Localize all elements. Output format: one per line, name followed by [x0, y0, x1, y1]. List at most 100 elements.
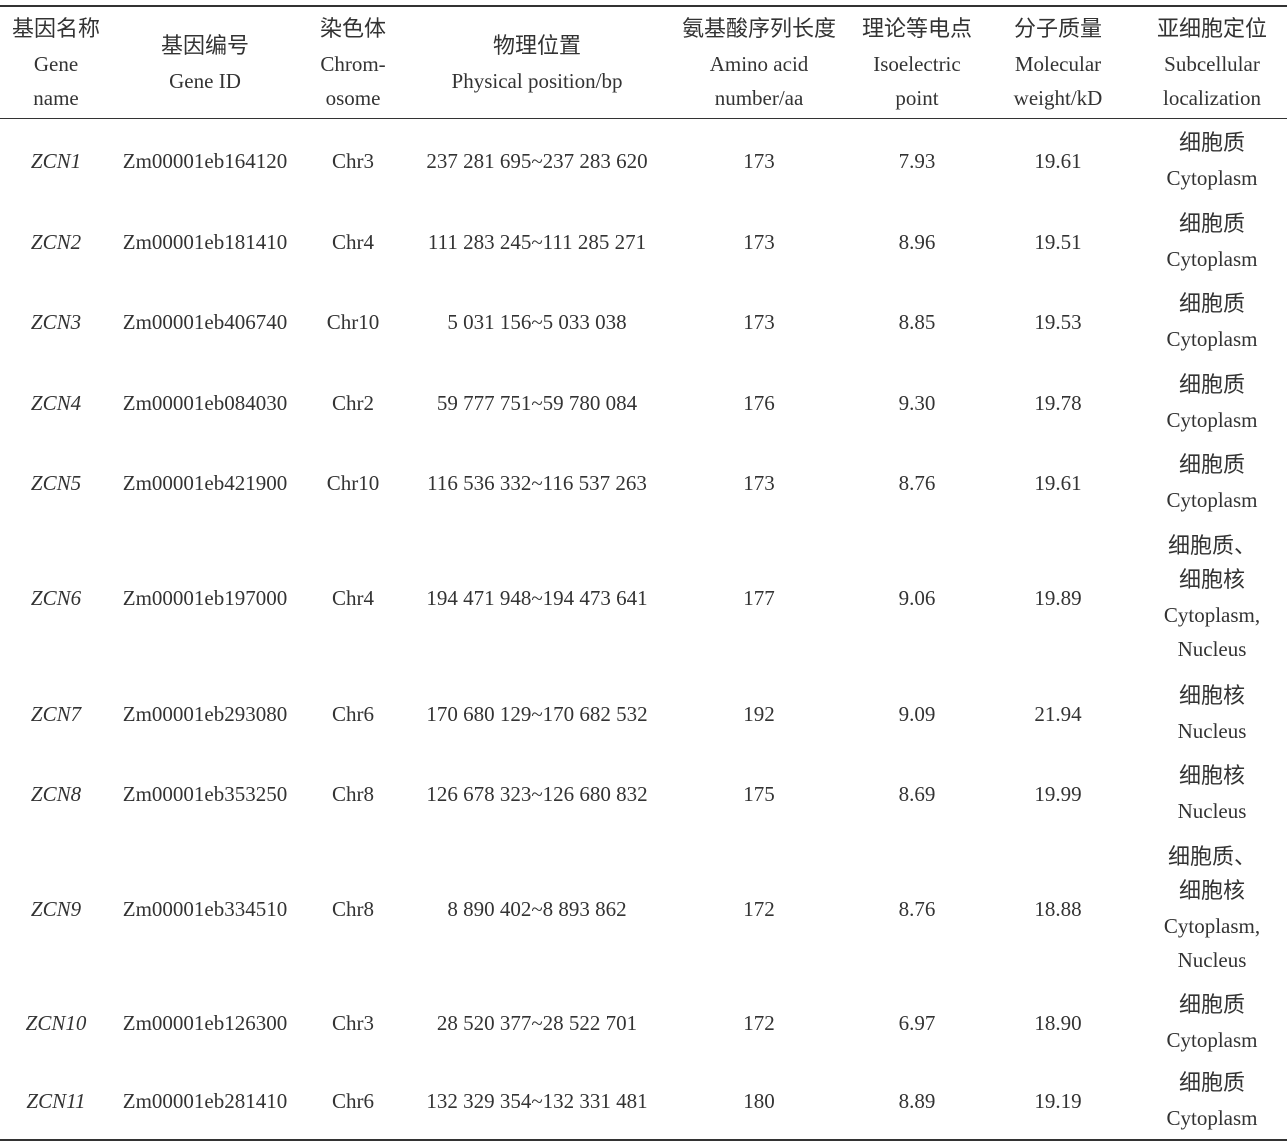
- localization-en: Cytoplasm,: [1163, 603, 1261, 627]
- amino-acid-number: 175: [743, 782, 775, 806]
- header-label-en: Subcellular: [1164, 52, 1260, 76]
- header-label-zh: 基因编号: [160, 34, 249, 59]
- molecular-weight: 19.61: [1034, 149, 1082, 173]
- table-cell: 172: [669, 834, 849, 983]
- table-cell: Chr4: [303, 201, 403, 282]
- header-label-en: Chrom-: [320, 52, 386, 76]
- amino-acid-number: 177: [743, 586, 775, 610]
- header-label-zh: 基因名称: [11, 17, 100, 42]
- chromosome: Chr3: [332, 1011, 374, 1035]
- localization-zh: 细胞质: [1178, 372, 1245, 398]
- molecular-weight: 21.94: [1034, 701, 1082, 726]
- table-cell: 18.90: [993, 983, 1123, 1063]
- molecular-weight: 18.90: [1034, 1011, 1082, 1035]
- header-label-zh: 氨基酸序列长度: [681, 17, 836, 42]
- gene-id: Zm00001eb353250: [122, 782, 288, 806]
- isoelectric-point: 8.89: [898, 1089, 936, 1113]
- table-cell: 173: [669, 201, 849, 282]
- table-cell: 8.85: [852, 282, 982, 362]
- table-cell: Chr8: [303, 754, 403, 834]
- localization-zh: 细胞质: [1178, 131, 1245, 156]
- header-label-en: weight/kD: [1013, 86, 1103, 110]
- table-cell: 19.53: [993, 282, 1123, 362]
- table-cell: Zm00001eb181410: [110, 201, 300, 282]
- table-cell: ZCN1: [0, 121, 112, 201]
- table-cell: 细胞核 Nucleus: [1137, 754, 1287, 834]
- table-cell: ZCN11: [0, 1063, 112, 1139]
- gene-id: Zm00001eb126300: [122, 1011, 288, 1035]
- column-header: 物理位置 Physical position/bp: [402, 12, 672, 116]
- localization-en: Nucleus: [1177, 637, 1247, 661]
- table-cell: ZCN5: [0, 443, 112, 523]
- header-label-en: Gene: [33, 52, 79, 76]
- chromosome: Chr4: [332, 229, 374, 254]
- localization-zh: 细胞质: [1178, 292, 1245, 317]
- molecular-weight: 19.99: [1034, 782, 1082, 806]
- table-cell: 细胞质 Cytoplasm: [1137, 443, 1287, 523]
- gene-name: ZCN10: [25, 1011, 87, 1035]
- localization-zh: 细胞质、: [1167, 534, 1256, 559]
- table-cell: 173: [669, 443, 849, 523]
- table-cell: 8.76: [852, 834, 982, 983]
- isoelectric-point: 9.09: [898, 701, 936, 726]
- table-cell: ZCN2: [0, 201, 112, 282]
- table-cell: Chr4: [303, 523, 403, 673]
- chromosome: Chr2: [332, 390, 374, 415]
- table-cell: ZCN7: [0, 673, 112, 754]
- gene-name: ZCN8: [30, 782, 82, 806]
- isoelectric-point: 8.76: [898, 471, 936, 495]
- amino-acid-number: 172: [743, 896, 775, 921]
- table-cell: 细胞核 Nucleus: [1137, 673, 1287, 754]
- amino-acid-number: 173: [743, 229, 775, 254]
- chromosome: Chr6: [332, 1089, 374, 1113]
- header-label-zh: 亚细胞定位: [1156, 17, 1267, 42]
- table-cell: 173: [669, 121, 849, 201]
- header-label-zh: 物理位置: [492, 34, 581, 59]
- header-label-en: Isoelectric: [873, 52, 961, 76]
- table-cell: Chr3: [303, 121, 403, 201]
- molecular-weight: 18.88: [1034, 896, 1082, 921]
- table-cell: 细胞质 Cytoplasm: [1137, 201, 1287, 282]
- localization-zh: 细胞质: [1178, 211, 1245, 237]
- table-cell: ZCN10: [0, 983, 112, 1063]
- table-cell: Zm00001eb421900: [110, 443, 300, 523]
- header-label-zh: 分子质量: [1013, 17, 1102, 42]
- physical-position: 194 471 948~194 473 641: [426, 586, 648, 610]
- table-cell: 194 471 948~194 473 641: [402, 523, 672, 673]
- table-cell: Zm00001eb406740: [110, 282, 300, 362]
- column-header: 基因编号 Gene ID: [110, 12, 300, 116]
- column-header: 理论等电点 Isoelectric point: [852, 12, 982, 116]
- chromosome: Chr10: [326, 310, 380, 334]
- localization-en: Cytoplasm: [1166, 327, 1258, 351]
- molecular-weight: 19.78: [1034, 390, 1082, 415]
- table-cell: 176: [669, 362, 849, 443]
- header-label-en: name: [33, 86, 79, 110]
- header-label-en: Amino acid: [709, 52, 809, 76]
- localization-zh: 细胞质: [1178, 1071, 1245, 1096]
- header-label-zh: 染色体: [319, 17, 386, 42]
- chromosome: Chr4: [332, 586, 374, 610]
- localization-zh: 细胞质: [1178, 453, 1245, 478]
- table-cell: 细胞质 Cytoplasm: [1137, 121, 1287, 201]
- gene-id: Zm00001eb281410: [122, 1089, 288, 1113]
- gene-name: ZCN9: [30, 896, 82, 921]
- table-cell: Zm00001eb353250: [110, 754, 300, 834]
- localization-en: Cytoplasm: [1166, 1028, 1258, 1052]
- table-cell: 170 680 129~170 682 532: [402, 673, 672, 754]
- table-cell: 237 281 695~237 283 620: [402, 121, 672, 201]
- table-cell: Chr2: [303, 362, 403, 443]
- molecular-weight: 19.89: [1034, 586, 1082, 610]
- table-cell: 28 520 377~28 522 701: [402, 983, 672, 1063]
- amino-acid-number: 173: [743, 310, 775, 334]
- table-cell: 8.69: [852, 754, 982, 834]
- localization-zh: 细胞核: [1178, 764, 1245, 789]
- chromosome: Chr6: [332, 701, 374, 726]
- isoelectric-point: 7.93: [898, 149, 936, 173]
- header-label-en: number/aa: [714, 86, 804, 110]
- table-cell: 6.97: [852, 983, 982, 1063]
- localization-zh: 细胞核: [1178, 878, 1245, 904]
- header-label-en: localization: [1163, 86, 1261, 110]
- molecular-weight: 19.51: [1034, 229, 1082, 254]
- table-cell: 7.93: [852, 121, 982, 201]
- table-cell: Zm00001eb126300: [110, 983, 300, 1063]
